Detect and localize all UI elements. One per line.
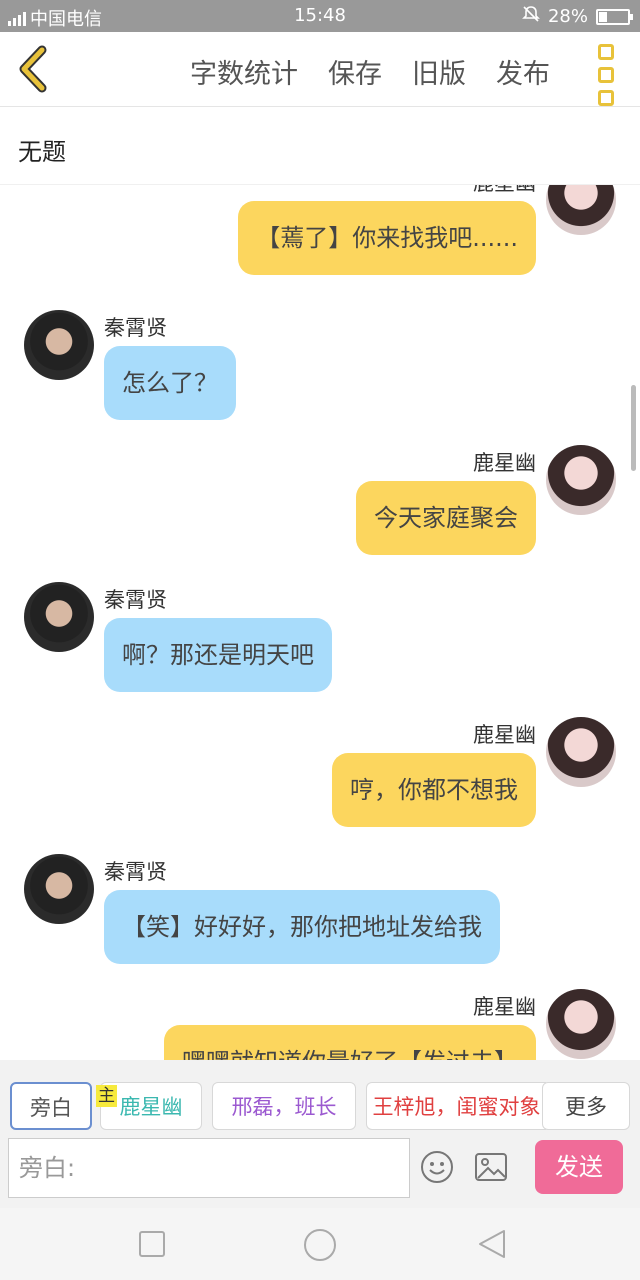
message-bubble[interactable]: 今天家庭聚会 [356, 481, 536, 555]
chat-message[interactable]: 鹿星幽哼，你都不想我 [0, 717, 640, 847]
role-chip-xing[interactable]: 邢磊，班长 [212, 1082, 356, 1130]
chat-message[interactable]: 鹿星幽嘿嘿就知道你最好了【发过去】 [0, 989, 640, 1060]
message-bubble[interactable]: 哼，你都不想我 [332, 753, 536, 827]
status-right: 28% [522, 5, 633, 28]
chevron-left-icon [19, 45, 47, 93]
chat-message[interactable]: 鹿星幽【蔫了】你来找我吧...... [0, 185, 640, 295]
avatar[interactable] [546, 445, 616, 515]
chat-message[interactable]: 鹿星幽今天家庭聚会 [0, 445, 640, 575]
avatar[interactable] [546, 717, 616, 787]
message-bubble[interactable]: 啊？那还是明天吧 [104, 618, 332, 692]
back-nav-icon[interactable] [476, 1228, 508, 1260]
publish-button[interactable]: 发布 [496, 52, 550, 91]
sender-name: 鹿星幽 [473, 451, 536, 475]
sender-name: 鹿星幽 [473, 723, 536, 747]
chat-area[interactable]: 鹿星幽嘿嘿就知道你最好了【发过去】秦霄贤【笑】好好好，那你把地址发给我鹿星幽哼，… [0, 185, 640, 1060]
word-count-button[interactable]: 字数统计 [190, 52, 298, 91]
role-chip-wang[interactable]: 王梓旭，闺蜜对象 [366, 1082, 546, 1130]
battery-percent: 28% [547, 6, 588, 27]
sender-name: 鹿星幽 [473, 995, 536, 1019]
message-bubble[interactable]: 怎么了？ [104, 346, 236, 420]
image-icon[interactable] [474, 1152, 508, 1182]
message-bubble[interactable]: 【蔫了】你来找我吧...... [238, 201, 536, 275]
toolbar-actions: 字数统计 保存 旧版 发布 [190, 52, 550, 91]
more-roles-button[interactable]: 更多 [542, 1082, 630, 1130]
composer: 旁白 鹿星幽 邢磊，班长 王梓旭，闺蜜对象 更多 主 旁白: 发送 [0, 1060, 640, 1208]
sender-name: 秦霄贤 [104, 860, 167, 884]
bell-off-icon [522, 5, 540, 28]
send-button[interactable]: 发送 [535, 1140, 623, 1194]
battery-fill [599, 11, 607, 22]
main-role-badge: 主 [96, 1085, 117, 1107]
message-input[interactable]: 旁白: [8, 1138, 410, 1198]
sender-name: 秦霄贤 [104, 316, 167, 340]
chat-message[interactable]: 秦霄贤怎么了？ [0, 310, 640, 440]
message-bubble[interactable]: 【笑】好好好，那你把地址发给我 [104, 890, 500, 964]
old-version-button[interactable]: 旧版 [412, 52, 466, 91]
avatar[interactable] [546, 185, 616, 235]
avatar[interactable] [24, 582, 94, 652]
status-bar: 中国电信 15:48 28% [0, 0, 640, 32]
sender-name: 秦霄贤 [104, 588, 167, 612]
avatar[interactable] [546, 989, 616, 1059]
battery-icon [596, 8, 633, 25]
chat-message[interactable]: 秦霄贤【笑】好好好，那你把地址发给我 [0, 854, 640, 984]
emoji-icon[interactable] [420, 1150, 454, 1184]
role-chip-narration[interactable]: 旁白 [10, 1082, 92, 1130]
home-icon[interactable] [303, 1228, 336, 1261]
recents-icon[interactable] [136, 1228, 168, 1260]
title-bar[interactable]: 无题 [0, 107, 640, 185]
avatar[interactable] [24, 310, 94, 380]
sender-name: 鹿星幽 [473, 185, 536, 197]
back-button[interactable] [14, 42, 54, 96]
chat-scrollbar[interactable] [631, 385, 636, 471]
message-bubble[interactable]: 嘿嘿就知道你最好了【发过去】 [164, 1025, 536, 1060]
avatar[interactable] [24, 854, 94, 924]
story-title[interactable]: 无题 [18, 132, 66, 167]
editor-toolbar: 字数统计 保存 旧版 发布 [0, 32, 640, 107]
chat-message[interactable]: 秦霄贤啊？那还是明天吧 [0, 582, 640, 712]
more-menu-icon[interactable] [598, 44, 614, 106]
system-nav-bar [0, 1208, 640, 1280]
save-button[interactable]: 保存 [328, 52, 382, 91]
